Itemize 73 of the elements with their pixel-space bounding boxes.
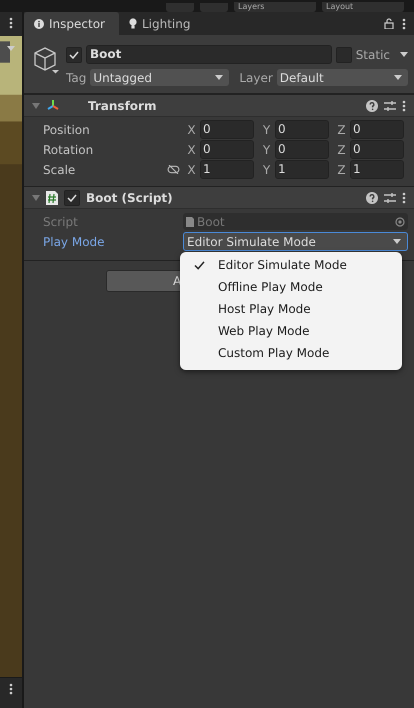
property-label: Position <box>43 122 91 136</box>
caret-icon <box>215 75 224 80</box>
more-icon[interactable] <box>9 683 13 695</box>
axis-label: X <box>186 122 197 136</box>
axis-label: Z <box>336 162 347 176</box>
file-icon <box>186 216 194 226</box>
axis-label: Y <box>262 142 272 156</box>
component-header[interactable]: Boot (Script) <box>24 186 414 209</box>
menu-item[interactable]: Editor Simulate Mode <box>180 254 402 276</box>
number-field[interactable]: 0 <box>350 120 404 139</box>
axis-label: Z <box>336 122 347 136</box>
menu-item[interactable]: Offline Play Mode <box>180 276 402 298</box>
caret-icon <box>394 75 402 80</box>
play-mode-dropdown[interactable]: Editor Simulate Mode <box>183 232 408 251</box>
axes-icon <box>46 98 60 112</box>
caret-icon <box>393 239 401 244</box>
component-header[interactable]: Transform <box>24 94 414 117</box>
number-field[interactable]: 0 <box>275 140 329 159</box>
static-checkbox[interactable] <box>336 46 352 62</box>
component-title: Boot (Script) <box>86 190 173 204</box>
check-icon <box>67 194 77 202</box>
panel-tab[interactable]: Lighting <box>118 12 204 35</box>
property-label: Scale <box>43 162 76 176</box>
help-icon[interactable] <box>366 192 378 204</box>
number-field[interactable]: 1 <box>350 160 404 179</box>
number-field[interactable]: 0 <box>350 140 404 159</box>
cube-icon[interactable] <box>32 45 60 75</box>
number-field[interactable]: 1 <box>275 160 329 179</box>
layer-label: Layer <box>239 70 273 84</box>
caret-icon[interactable] <box>400 52 408 57</box>
menu-item[interactable]: Host Play Mode <box>180 298 402 320</box>
number-field[interactable]: 0 <box>275 120 329 139</box>
component-title: Transform <box>88 98 156 112</box>
tag-label: Tag <box>66 70 86 84</box>
info-icon <box>34 18 44 28</box>
number-field[interactable]: 0 <box>200 120 254 139</box>
more-icon[interactable] <box>9 17 13 29</box>
more-icon[interactable] <box>402 100 406 112</box>
settings-icon[interactable] <box>384 100 396 112</box>
axis-label: Y <box>262 162 272 176</box>
axis-label: X <box>186 162 197 176</box>
enabled-checkbox[interactable] <box>64 190 80 206</box>
more-icon[interactable] <box>402 192 406 204</box>
number-field[interactable]: 0 <box>200 140 254 159</box>
unlink-icon[interactable] <box>167 165 180 174</box>
check-icon <box>69 50 79 58</box>
property-label: Script <box>43 214 79 228</box>
tag-dropdown[interactable]: Untagged <box>90 69 230 86</box>
foldout-icon[interactable] <box>32 194 40 200</box>
light-bulb-icon <box>128 18 137 29</box>
help-icon[interactable] <box>366 100 378 112</box>
axis-label: Y <box>262 122 272 136</box>
settings-icon[interactable] <box>384 192 396 204</box>
layer-dropdown[interactable]: Default <box>276 69 408 86</box>
more-icon[interactable] <box>402 18 406 30</box>
active-checkbox[interactable] <box>66 46 82 62</box>
script-icon <box>46 190 58 204</box>
property-label: Rotation <box>43 142 94 156</box>
number-field[interactable]: 1 <box>200 160 254 179</box>
axis-label: Z <box>336 142 347 156</box>
menu-item[interactable]: Custom Play Mode <box>180 342 402 364</box>
lock-icon[interactable] <box>384 18 394 29</box>
panel-tab[interactable]: Inspector <box>24 12 119 35</box>
axis-label: X <box>186 142 197 156</box>
target-icon[interactable] <box>395 216 405 226</box>
toolbar-dropdown[interactable]: Layout <box>322 2 404 12</box>
name-field[interactable]: Boot <box>86 45 332 64</box>
caret-icon[interactable] <box>7 46 15 51</box>
menu-item[interactable]: Web Play Mode <box>180 320 402 342</box>
foldout-icon[interactable] <box>32 102 40 108</box>
static-label: Static <box>356 48 390 62</box>
toolbar-dropdown[interactable]: Layers <box>234 2 316 12</box>
property-label: Play Mode <box>43 234 106 248</box>
